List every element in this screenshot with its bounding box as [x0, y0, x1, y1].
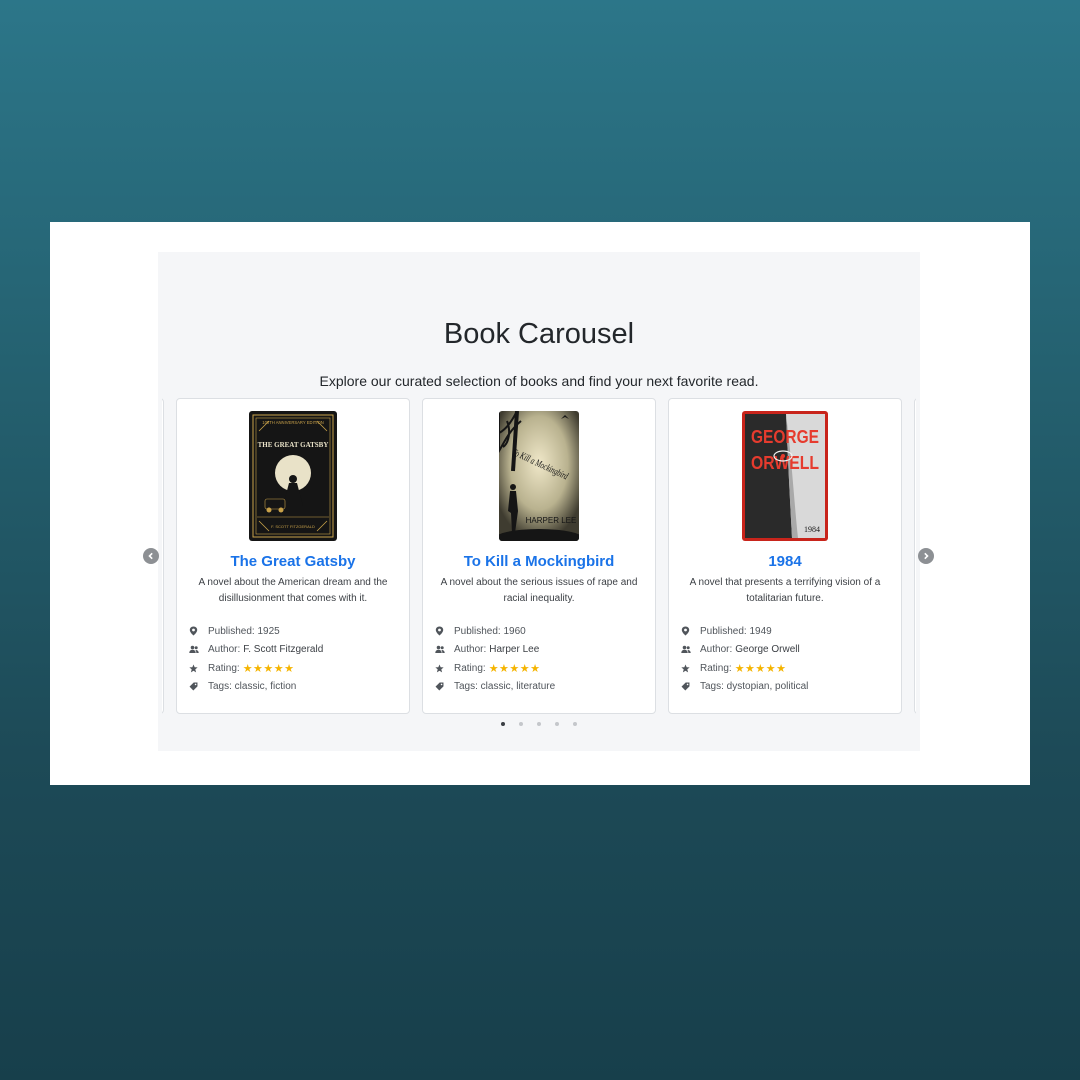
rating-label: Rating: — [454, 662, 486, 674]
meta-rating: Rating: ★★★★★ — [189, 659, 397, 678]
chevron-right-icon — [924, 552, 929, 560]
cover-title: THE GREAT GATSBY — [258, 441, 329, 449]
author-name: Harper Lee — [489, 644, 540, 656]
book-title-link[interactable]: 1984 — [669, 553, 901, 570]
meta-rating: Rating: ★★★★★ — [435, 659, 643, 678]
book-title-link[interactable]: The Great Gatsby — [177, 553, 409, 570]
page-title: Book Carousel — [443, 318, 635, 350]
meta-tags: Tags: dystopian, political — [681, 678, 889, 697]
carousel-dot[interactable] — [501, 722, 505, 726]
location-pin-icon — [681, 626, 697, 636]
book-cover-image[interactable]: GEORGE ORWELL 1984 — [742, 411, 828, 541]
author-name: George Orwell — [735, 644, 800, 656]
book-description: A novel that presents a terrifying visio… — [689, 577, 881, 604]
cover-author: HARPER LEE — [526, 516, 577, 525]
tags-text: Tags: classic, literature — [454, 681, 556, 693]
carousel-card-peek-left[interactable] — [162, 398, 164, 714]
cover-author: F. SCOTT FITZGERALD — [271, 524, 315, 529]
meta-published: Published: 1949 — [681, 622, 889, 641]
book-meta: Published: 1949 Author: George Orwell Ra… — [681, 622, 889, 696]
published-text: Published: 1949 — [700, 625, 772, 637]
author-label: Author: — [208, 644, 241, 656]
published-text: Published: 1960 — [454, 625, 526, 637]
tag-icon — [435, 682, 451, 691]
people-icon — [681, 645, 697, 654]
book-title-link[interactable]: To Kill a Mockingbird — [423, 553, 655, 570]
meta-author: Author: George Orwell — [681, 641, 889, 660]
carousel-dot[interactable] — [573, 722, 577, 726]
meta-tags: Tags: classic, literature — [435, 678, 643, 697]
book-cover-image[interactable]: To Kill a Mockingbird HARPER LEE — [499, 411, 579, 541]
rating-stars: ★★★★★ — [734, 662, 787, 675]
tag-icon — [681, 682, 697, 691]
meta-published: Published: 1925 — [189, 622, 397, 641]
carousel-dot[interactable] — [537, 722, 541, 726]
rating-stars: ★★★★★ — [242, 662, 295, 675]
carousel-section: Book Carousel Explore our curated select… — [158, 252, 920, 751]
carousel-dots — [158, 722, 920, 726]
people-icon — [435, 645, 451, 654]
rating-label: Rating: — [208, 662, 240, 674]
rating-stars: ★★★★★ — [488, 662, 541, 675]
tags-text: Tags: dystopian, political — [700, 681, 809, 693]
star-icon — [435, 664, 451, 673]
tag-icon — [189, 682, 205, 691]
people-icon — [189, 645, 205, 654]
meta-author: Author: F. Scott Fitzgerald — [189, 641, 397, 660]
location-pin-icon — [189, 626, 205, 636]
cover-year: 1984 — [804, 525, 820, 534]
author-label: Author: — [700, 644, 733, 656]
page-subtitle: Explore our curated selection of books a… — [319, 373, 759, 389]
tags-text: Tags: classic, fiction — [208, 681, 297, 693]
screenshot-frame: Book Carousel Explore our curated select… — [50, 222, 1030, 785]
cover-title-line-1: GEORGE — [751, 427, 819, 447]
carousel-card-peek-right[interactable] — [914, 398, 916, 714]
book-meta: Published: 1925 Author: F. Scott Fitzger… — [189, 622, 397, 696]
book-description: A novel about the serious issues of rape… — [440, 577, 638, 604]
carousel-dot[interactable] — [555, 722, 559, 726]
meta-published: Published: 1960 — [435, 622, 643, 641]
star-icon — [189, 664, 205, 673]
book-description: A novel about the American dream and the… — [198, 577, 388, 604]
book-card[interactable]: 100TH ANNIVERSARY EDITION THE GREAT GATS… — [176, 398, 410, 714]
author-name: F. Scott Fitzgerald — [243, 644, 324, 656]
book-card[interactable]: GEORGE ORWELL 1984 1984 A novel that pre… — [668, 398, 902, 714]
chevron-left-icon — [148, 552, 153, 560]
cover-top-text: 100TH ANNIVERSARY EDITION — [262, 420, 324, 425]
meta-rating: Rating: ★★★★★ — [681, 659, 889, 678]
carousel-track: 100TH ANNIVERSARY EDITION THE GREAT GATS… — [162, 398, 916, 716]
author-label: Author: — [454, 644, 487, 656]
carousel-next-button[interactable] — [918, 548, 934, 564]
rating-label: Rating: — [700, 662, 732, 674]
carousel-prev-button[interactable] — [143, 548, 159, 564]
meta-tags: Tags: classic, fiction — [189, 678, 397, 697]
star-icon — [681, 664, 697, 673]
book-meta: Published: 1960 Author: Harper Lee Ratin… — [435, 622, 643, 696]
location-pin-icon — [435, 626, 451, 636]
meta-author: Author: Harper Lee — [435, 641, 643, 660]
book-card[interactable]: To Kill a Mockingbird HARPER LEE To Kill… — [422, 398, 656, 714]
carousel-dot[interactable] — [519, 722, 523, 726]
book-cover-image[interactable]: 100TH ANNIVERSARY EDITION THE GREAT GATS… — [249, 411, 337, 541]
published-text: Published: 1925 — [208, 625, 280, 637]
